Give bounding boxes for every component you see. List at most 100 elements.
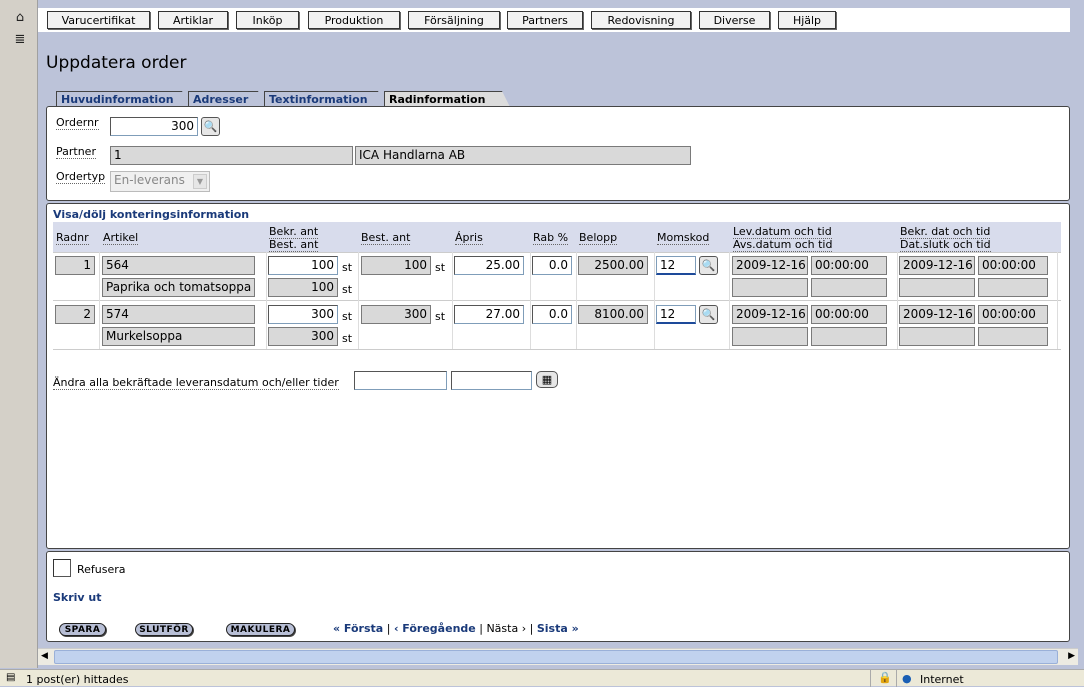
pager-separator: |	[529, 622, 534, 635]
tab-radinformation[interactable]: Radinformation	[384, 91, 510, 107]
bekr-time-field: 00:00:00	[978, 305, 1048, 324]
home-icon[interactable]: ⌂	[12, 9, 28, 25]
change-all-date-field[interactable]	[354, 371, 447, 390]
globe-icon: ●	[902, 672, 912, 685]
avs-date-field	[732, 278, 808, 297]
ordernr-field[interactable]: 300	[110, 117, 198, 136]
radnr-field: 2	[55, 305, 95, 324]
scroll-left-icon[interactable]: ◀	[41, 651, 48, 661]
menu-forsaljning[interactable]: Försäljning	[408, 11, 500, 29]
ordertyp-label: Ordertyp	[56, 170, 106, 184]
datslut-time-field	[978, 278, 1048, 297]
pager-next-label: Nästa ›	[486, 622, 527, 635]
row-divider	[53, 300, 1061, 301]
main-menu: Varucertifikat Artiklar Inköp Produktion…	[38, 8, 1070, 32]
avs-time-field	[811, 327, 887, 346]
avs-time-field	[811, 278, 887, 297]
calendar-icon[interactable]: ▦	[536, 371, 558, 388]
col-divider	[266, 252, 267, 349]
pager-prev-link[interactable]: ‹ Föregående	[394, 622, 476, 635]
rab-field[interactable]: 0.0	[532, 256, 572, 275]
col-momskod: Momskod	[657, 231, 710, 245]
ordernr-search-icon[interactable]: 🔍	[201, 117, 220, 136]
refusera-checkbox[interactable]	[53, 559, 71, 577]
page-title: Uppdatera order	[46, 53, 187, 73]
order-lines-panel: Visa/dölj konteringsinformation Radnr Ar…	[46, 203, 1070, 549]
row-divider	[53, 252, 1061, 253]
col-divider	[99, 252, 100, 349]
partner-name-field: ICA Handlarna AB	[355, 146, 691, 165]
unit-label: st	[435, 310, 446, 323]
menu-diverse[interactable]: Diverse	[699, 11, 770, 29]
refusera-label: Refusera	[77, 563, 126, 576]
pager-first-link[interactable]: « Första	[333, 622, 383, 635]
pager-separator: |	[386, 622, 391, 635]
artikel-field: 574	[102, 305, 255, 324]
menu-inkop[interactable]: Inköp	[236, 11, 299, 29]
row-divider	[53, 349, 1061, 350]
bekr-ant-field[interactable]: 300	[268, 305, 338, 324]
artikel-name-field: Paprika och tomatsoppa	[102, 278, 255, 297]
bekr-date-field: 2009-12-16	[899, 256, 975, 275]
ordertyp-select: En-leverans ▼	[110, 171, 210, 192]
pager-last-link[interactable]: Sista »	[537, 622, 579, 635]
tab-adresser[interactable]: Adresser	[188, 91, 266, 107]
col-bekr-ant: Bekr. ant Best. ant	[269, 225, 319, 252]
apris-field[interactable]: 27.00	[454, 305, 524, 324]
belopp-field: 2500.00	[578, 256, 648, 275]
tab-huvudinformation[interactable]: Huvudinformation	[56, 91, 190, 107]
menu-artiklar[interactable]: Artiklar	[158, 11, 228, 29]
col-belopp: Belopp	[579, 231, 618, 245]
menu-partners[interactable]: Partners	[507, 11, 583, 29]
artikel-name-field: Murkelsoppa	[102, 327, 255, 346]
bekr-time-field: 00:00:00	[978, 256, 1048, 275]
status-divider	[870, 670, 871, 687]
col-divider	[654, 252, 655, 349]
col-bekrdat: Bekr. dat och tid Dat.slutk och tid	[900, 225, 991, 252]
finish-button[interactable]: SLUTFÖR	[135, 623, 193, 636]
menu-varucertifikat[interactable]: Varucertifikat	[47, 11, 150, 29]
apris-field[interactable]: 25.00	[454, 256, 524, 275]
list-icon[interactable]: ≣	[12, 31, 28, 47]
toggle-accounting-link[interactable]: Visa/dölj konteringsinformation	[53, 208, 249, 221]
scroll-right-icon[interactable]: ▶	[1068, 651, 1075, 661]
unit-label: st	[435, 261, 446, 274]
partner-id-field: 1	[110, 146, 353, 165]
status-divider	[896, 670, 897, 687]
momskod-search-icon[interactable]: 🔍	[699, 305, 718, 324]
save-button[interactable]: SPARA	[59, 623, 106, 636]
col-levdatum: Lev.datum och tid Avs.datum och tid	[733, 225, 833, 252]
col-rab: Rab %	[533, 231, 569, 245]
menu-redovisning[interactable]: Redovisning	[591, 11, 691, 29]
change-all-time-field[interactable]	[451, 371, 532, 390]
col-divider	[576, 252, 577, 349]
menu-produktion[interactable]: Produktion	[308, 11, 400, 29]
col-divider	[897, 252, 898, 349]
tab-textinformation[interactable]: Textinformation	[264, 91, 386, 107]
col-divider	[1057, 252, 1058, 349]
momskod-search-icon[interactable]: 🔍	[699, 256, 718, 275]
scrollbar-thumb[interactable]	[54, 650, 1058, 664]
momskod-field[interactable]: 12	[656, 305, 696, 324]
datslut-time-field	[978, 327, 1048, 346]
menu-hjalp[interactable]: Hjälp	[778, 11, 836, 29]
artikel-field: 564	[102, 256, 255, 275]
lev-time-field: 00:00:00	[811, 256, 887, 275]
print-link[interactable]: Skriv ut	[53, 591, 102, 604]
col-divider	[358, 252, 359, 349]
best-ant-sub-field: 100	[268, 278, 338, 297]
col-divider	[452, 252, 453, 349]
pager-separator: |	[479, 622, 483, 635]
status-text: 1 post(er) hittades	[26, 673, 129, 686]
momskod-field[interactable]: 12	[656, 256, 696, 275]
cancel-order-button[interactable]: MAKULERA	[226, 623, 295, 636]
unit-label: st	[342, 283, 353, 296]
col-divider	[530, 252, 531, 349]
page-icon: ▤	[6, 672, 16, 683]
lev-date-field: 2009-12-16	[732, 256, 808, 275]
rab-field[interactable]: 0.0	[532, 305, 572, 324]
horizontal-scrollbar[interactable]: ◀ ▶	[38, 648, 1078, 665]
best-ant-field: 100	[361, 256, 431, 275]
bekr-ant-field[interactable]: 100	[268, 256, 338, 275]
belopp-field: 8100.00	[578, 305, 648, 324]
